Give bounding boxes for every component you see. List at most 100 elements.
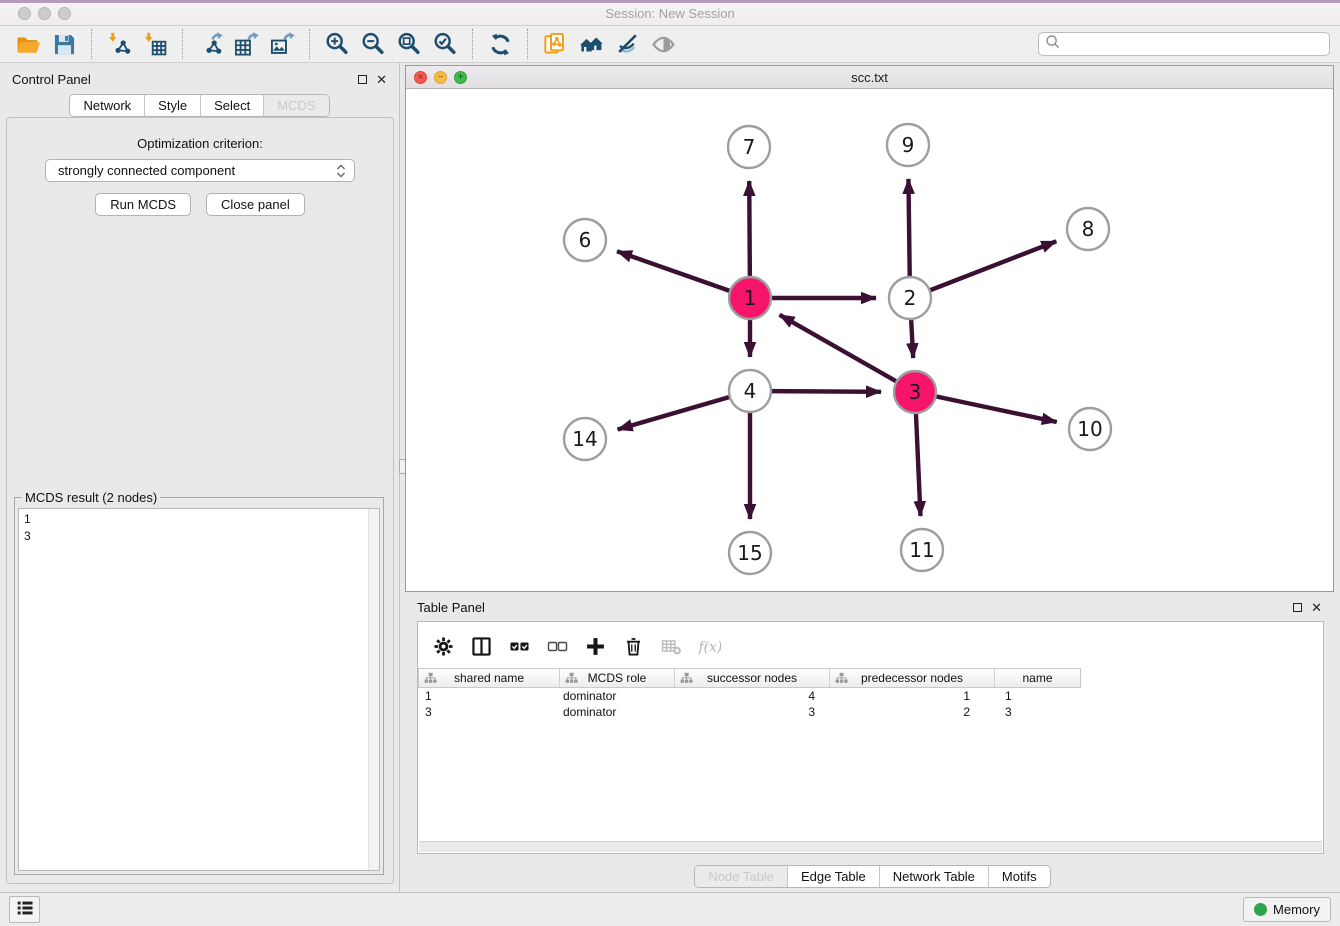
run-mcds-button[interactable]: Run MCDS bbox=[95, 193, 191, 216]
graph-node-label: 6 bbox=[579, 228, 592, 252]
mcds-panel: Optimization criterion: strongly connect… bbox=[6, 117, 394, 884]
gear-icon[interactable] bbox=[426, 630, 460, 662]
graph-node-label: 2 bbox=[904, 286, 917, 310]
node-table: shared nameMCDS rolesuccessor nodesprede… bbox=[418, 668, 1323, 720]
graph-node-label: 7 bbox=[743, 135, 756, 159]
select-stepper-icon bbox=[334, 163, 348, 179]
toolbar-separator bbox=[309, 29, 310, 59]
network-canvas[interactable]: 7968124314101511 bbox=[406, 89, 1333, 591]
graph-edge-2-9[interactable] bbox=[908, 179, 909, 278]
float-table-panel-icon[interactable] bbox=[1293, 603, 1302, 612]
network-view-window: × − + scc.txt 7968124314101511 bbox=[405, 65, 1334, 592]
export-network-icon[interactable] bbox=[192, 28, 228, 60]
delete-row-icon[interactable] bbox=[616, 630, 650, 662]
memory-status-icon bbox=[1254, 903, 1267, 916]
result-scrollbar[interactable] bbox=[368, 509, 379, 870]
close-panel-icon[interactable]: ✕ bbox=[376, 73, 387, 86]
toolbar-separator bbox=[472, 29, 473, 59]
tab-style[interactable]: Style bbox=[145, 95, 201, 116]
column-header-predecessor-nodes[interactable]: predecessor nodes bbox=[830, 669, 995, 687]
zoom-out-icon[interactable] bbox=[355, 28, 391, 60]
graph-edge-3-10[interactable] bbox=[935, 396, 1057, 422]
refresh-icon[interactable] bbox=[482, 28, 518, 60]
graph-edge-4-14[interactable] bbox=[618, 397, 731, 430]
zoom-fit-icon[interactable] bbox=[391, 28, 427, 60]
mcds-result-title: MCDS result (2 nodes) bbox=[22, 490, 160, 505]
toolbar-separator bbox=[182, 29, 183, 59]
home-icon[interactable] bbox=[573, 28, 609, 60]
hide-selected-icon[interactable] bbox=[609, 28, 645, 60]
table-row[interactable]: 3dominator323 bbox=[418, 704, 1323, 720]
graph-node-label: 9 bbox=[902, 133, 915, 157]
graph-node-label: 3 bbox=[909, 380, 922, 404]
select-all-icon[interactable] bbox=[502, 630, 536, 662]
save-icon[interactable] bbox=[46, 28, 82, 60]
svg-text:f(x): f(x) bbox=[698, 639, 721, 655]
close-panel-button[interactable]: Close panel bbox=[206, 193, 305, 216]
import-network-icon[interactable] bbox=[101, 28, 137, 60]
optimization-criterion-label: Optimization criterion: bbox=[7, 136, 393, 151]
graph-edge-3-11[interactable] bbox=[916, 412, 921, 516]
tab-select[interactable]: Select bbox=[201, 95, 264, 116]
table-row[interactable]: 1dominator411 bbox=[418, 688, 1323, 704]
mcds-result-list[interactable]: 13 bbox=[18, 508, 380, 871]
graph-edge-4-3[interactable] bbox=[770, 391, 881, 392]
mcds-result-item[interactable]: 3 bbox=[24, 528, 374, 545]
add-row-icon[interactable] bbox=[578, 630, 612, 662]
graph-node-label: 4 bbox=[744, 379, 757, 403]
graph-node-label: 15 bbox=[737, 541, 762, 565]
close-table-panel-icon[interactable]: ✕ bbox=[1311, 601, 1322, 614]
column-header-successor-nodes[interactable]: successor nodes bbox=[675, 669, 830, 687]
graph-edge-3-1[interactable] bbox=[780, 315, 898, 382]
control-panel-title: Control Panel bbox=[12, 72, 91, 87]
window-title: Session: New Session bbox=[0, 6, 1340, 21]
table-toolbar: f(x) bbox=[418, 622, 1323, 666]
graph-edge-2-3[interactable] bbox=[911, 318, 913, 358]
memory-button[interactable]: Memory bbox=[1243, 897, 1331, 922]
table-tab-motifs[interactable]: Motifs bbox=[989, 866, 1050, 887]
task-list-icon bbox=[14, 897, 36, 922]
graph-edge-1-6[interactable] bbox=[617, 251, 731, 291]
table-tab-node-table[interactable]: Node Table bbox=[695, 866, 788, 887]
table-tab-network-table[interactable]: Network Table bbox=[880, 866, 989, 887]
tab-mcds[interactable]: MCDS bbox=[264, 95, 328, 116]
columns-icon[interactable] bbox=[464, 630, 498, 662]
titlebar: Session: New Session bbox=[0, 0, 1340, 26]
column-header-name[interactable]: name bbox=[995, 669, 1080, 687]
main-toolbar bbox=[0, 26, 1340, 63]
control-panel-tab-bar: NetworkStyleSelectMCDS bbox=[0, 94, 399, 117]
network-window-title: scc.txt bbox=[406, 70, 1333, 85]
zoom-selected-icon[interactable] bbox=[427, 28, 463, 60]
table-tab-edge-table[interactable]: Edge Table bbox=[788, 866, 880, 887]
network-window-titlebar[interactable]: × − + scc.txt bbox=[406, 66, 1333, 89]
search-icon bbox=[1045, 34, 1061, 55]
control-panel-header: Control Panel ✕ bbox=[0, 63, 399, 87]
search-input[interactable] bbox=[1061, 37, 1323, 52]
table-cell: 4 bbox=[674, 688, 829, 704]
function-builder-icon: f(x) bbox=[692, 630, 726, 662]
table-horizontal-scrollbar[interactable] bbox=[419, 841, 1322, 852]
open-folder-icon[interactable] bbox=[10, 28, 46, 60]
table-panel-header: Table Panel ✕ bbox=[405, 592, 1340, 615]
graph-edge-2-8[interactable] bbox=[929, 241, 1057, 290]
search-box[interactable] bbox=[1038, 32, 1330, 56]
graph-node-label: 1 bbox=[744, 286, 757, 310]
export-image-icon[interactable] bbox=[264, 28, 300, 60]
node-table-area: f(x) shared nameMCDS rolesuccessor nodes… bbox=[417, 621, 1324, 854]
zoom-in-icon[interactable] bbox=[319, 28, 355, 60]
criterion-select[interactable]: strongly connected component bbox=[45, 159, 355, 182]
column-header-mcds-role[interactable]: MCDS role bbox=[560, 669, 675, 687]
export-table-icon[interactable] bbox=[228, 28, 264, 60]
task-history-button[interactable] bbox=[9, 896, 40, 923]
tab-segments: NetworkStyleSelectMCDS bbox=[69, 94, 329, 117]
graph-edge-1-7[interactable] bbox=[749, 181, 750, 278]
tab-network[interactable]: Network bbox=[70, 95, 145, 116]
clone-network-icon[interactable] bbox=[537, 28, 573, 60]
import-table-icon[interactable] bbox=[137, 28, 173, 60]
mcds-result-item[interactable]: 1 bbox=[24, 511, 374, 528]
float-panel-icon[interactable] bbox=[358, 75, 367, 84]
graph-node-label: 11 bbox=[909, 538, 934, 562]
table-cell: 3 bbox=[418, 704, 559, 720]
column-header-shared-name[interactable]: shared name bbox=[419, 669, 560, 687]
deselect-all-icon[interactable] bbox=[540, 630, 574, 662]
